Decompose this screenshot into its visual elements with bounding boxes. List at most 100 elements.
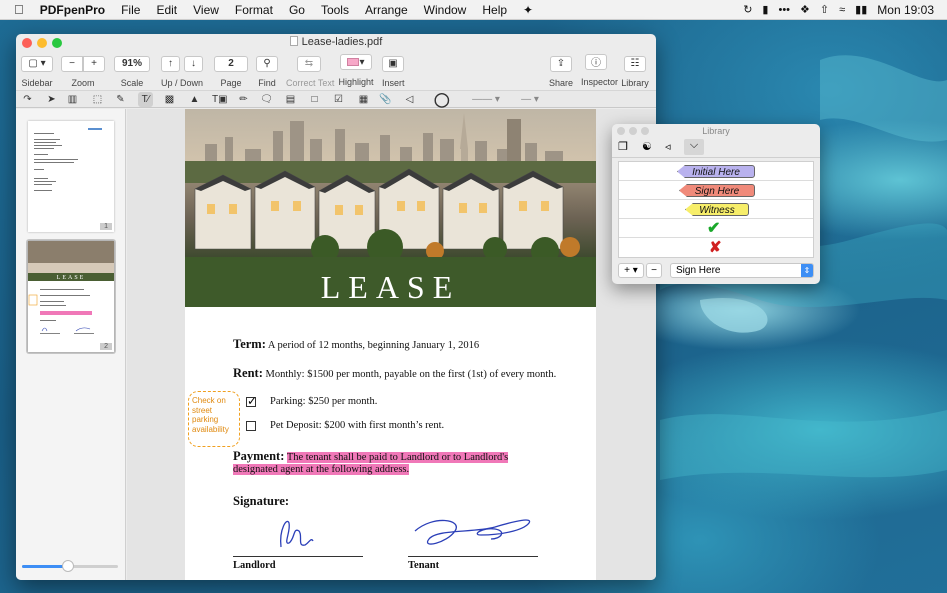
app-menu[interactable]: PDFpenPro (32, 0, 113, 20)
parking-text: Parking: $250 per month. (270, 396, 378, 407)
thumbnail-size-slider[interactable] (22, 560, 118, 572)
megaphone-tab-icon[interactable]: ◃ (665, 140, 671, 153)
info-icon: ⓘ (591, 58, 601, 69)
form-field-tool-icon[interactable]: □ (307, 92, 322, 107)
note-tool-icon[interactable]: ▦ (356, 92, 371, 107)
thumbnail-page-1[interactable]: 1 (28, 121, 114, 232)
checkmark-stamp-icon[interactable]: ✔ (707, 219, 720, 238)
rent-text: Monthly: $1500 per month, payable on the… (265, 369, 557, 380)
marquee-tool-icon[interactable]: ⬚ (90, 92, 105, 107)
page-up-button[interactable]: ↑ (161, 55, 180, 72)
page-field[interactable]: 2 (214, 55, 248, 72)
library-item[interactable]: Witness (619, 200, 813, 219)
sign-here-stamp[interactable]: Sign Here (679, 184, 755, 197)
library-close-button[interactable] (617, 127, 625, 135)
stamp-tool-icon[interactable]: ▲ (187, 92, 202, 107)
menu-edit[interactable]: Edit (148, 0, 185, 20)
thumbnail-page-1-preview (34, 128, 102, 191)
clippings-tab-icon[interactable]: ❐ (618, 140, 628, 153)
highlight-button[interactable]: ▾ (340, 54, 372, 70)
bookmark-icon[interactable]: ▮ (757, 0, 773, 20)
zoom-button[interactable] (52, 38, 62, 48)
inspector-button[interactable]: ⓘ (585, 53, 607, 70)
witness-stamp[interactable]: Witness (685, 203, 749, 216)
highlighter-tool-icon[interactable]: ✏ (236, 92, 251, 107)
menu-file[interactable]: File (113, 0, 148, 20)
select-arrows-icon: ⇕ (801, 264, 813, 277)
library-item[interactable]: ✔ (619, 219, 813, 238)
comment-tool-icon[interactable]: 🗨 (259, 92, 274, 107)
pen-tool-icon[interactable]: ✎ (113, 92, 128, 107)
sidebar-toggle-button[interactable]: ▢ ▾ (21, 55, 53, 72)
thumbnail-page-2[interactable]: LEASE 2 (28, 241, 114, 352)
library-title: Library (702, 126, 730, 136)
dropbox-icon[interactable]: ❖ (795, 0, 815, 20)
correct-text-button[interactable]: ⇆ (297, 55, 321, 72)
page-down-button[interactable]: ↓ (184, 55, 203, 72)
menubar-clock[interactable]: Mon 19:03 (872, 0, 939, 20)
text-box-tool-icon[interactable]: T▣ (212, 92, 228, 107)
form-list-tool-icon[interactable]: ▤ (283, 92, 298, 107)
menu-bar:  PDFpenPro File Edit View Format Go Too… (0, 0, 947, 20)
pdf-page[interactable]: LEASE Term: A period of 12 months, begin… (185, 109, 596, 580)
library-label: Library (621, 77, 649, 88)
library-minimize-button[interactable] (629, 127, 637, 135)
menu-go[interactable]: Go (281, 0, 313, 20)
attachment-tool-icon[interactable]: 📎 (378, 92, 393, 107)
circle-tool-icon[interactable]: ◯ (434, 92, 450, 107)
menu-help[interactable]: Help (474, 0, 515, 20)
thumbnail-page-2-preview: LEASE (28, 241, 114, 334)
minimize-button[interactable] (37, 38, 47, 48)
zoom-out-button[interactable]: − (61, 55, 83, 72)
payment-highlight-2[interactable]: designated agent at the following addres… (233, 464, 410, 475)
tenant-signature (414, 519, 531, 545)
close-button[interactable] (22, 38, 32, 48)
find-button[interactable]: ⚲ (256, 55, 278, 72)
cross-stamp-icon[interactable]: ✘ (709, 238, 722, 257)
battery-icon[interactable]: ▮▮ (850, 0, 872, 20)
add-stamp-button[interactable]: + ▾ (618, 263, 644, 278)
script-menu-icon[interactable]: ✦ (515, 0, 541, 20)
find-group: ⚲ Find (256, 53, 278, 88)
payment-highlight[interactable]: The tenant shall be paid to Landlord or … (286, 452, 509, 463)
parking-checkbox[interactable]: ✓ (246, 394, 258, 408)
pointer-tool-icon[interactable]: ➤ (44, 92, 59, 107)
correct-text-tool-icon[interactable]: T∕ (138, 92, 153, 107)
remove-stamp-button[interactable]: − (646, 263, 662, 278)
menu-format[interactable]: Format (227, 0, 281, 20)
redact-tool-icon[interactable]: ▩ (162, 92, 177, 107)
library-item[interactable]: Initial Here (619, 162, 813, 181)
menu-arrange[interactable]: Arrange (357, 0, 416, 20)
share-button[interactable]: ⇪ (550, 55, 572, 72)
stamp-category-select[interactable]: Sign Here ⇕ (670, 263, 814, 278)
zoom-in-button[interactable]: + (83, 55, 105, 72)
sidebar-group: ▢ ▾ Sidebar (21, 53, 53, 88)
deposit-checkbox[interactable] (246, 421, 256, 431)
menu-view[interactable]: View (185, 0, 227, 20)
checkbox-tool-icon[interactable]: ☑ (331, 92, 346, 107)
library-button[interactable]: ☷ (624, 55, 646, 72)
upload-icon[interactable]: ⇧ (815, 0, 834, 20)
scale-field[interactable]: 91% (114, 55, 150, 72)
person-tab-icon[interactable]: ☯ (642, 140, 652, 153)
library-item[interactable]: Sign Here (619, 181, 813, 200)
wifi-icon[interactable]: ≈ (834, 0, 850, 20)
callout-note[interactable]: Check on street parking availability (188, 391, 240, 447)
stamp-tab-icon[interactable]: ⌵ (684, 139, 704, 155)
slider-knob[interactable] (62, 560, 74, 572)
checkmark-icon: ✓ (247, 394, 258, 408)
more-icon[interactable]: ••• (773, 0, 795, 20)
text-select-tool-icon[interactable]: ↷ (20, 92, 35, 107)
menu-tools[interactable]: Tools (313, 0, 357, 20)
insert-button[interactable]: ▣ (382, 55, 404, 72)
apple-menu-icon[interactable]:  (0, 0, 32, 20)
time-machine-icon[interactable]: ↻ (738, 0, 757, 20)
library-item[interactable]: ✘ (619, 238, 813, 257)
library-zoom-button[interactable] (641, 127, 649, 135)
line-style-selector[interactable]: —— ▾ (468, 92, 504, 107)
sound-tool-icon[interactable]: ◁ (402, 92, 417, 107)
initial-here-stamp[interactable]: Initial Here (677, 165, 755, 178)
line-end-selector[interactable]: — ▾ (516, 92, 544, 107)
menu-window[interactable]: Window (416, 0, 475, 20)
column-select-tool-icon[interactable]: ▥ (65, 92, 80, 107)
